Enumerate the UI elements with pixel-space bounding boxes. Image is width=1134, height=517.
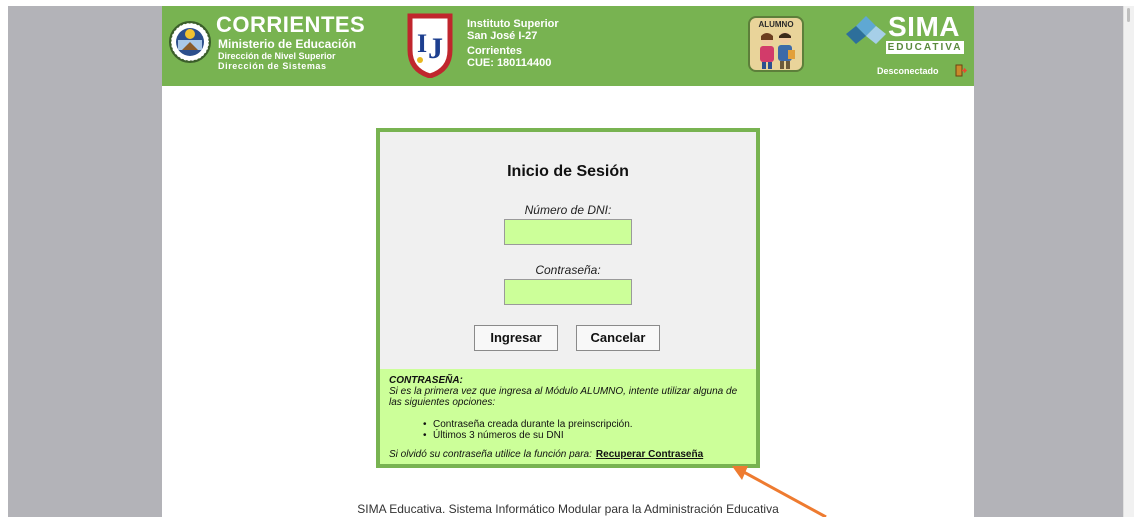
password-input[interactable]	[504, 279, 632, 305]
login-panel: Inicio de Sesión Número de DNI: Contrase…	[376, 128, 760, 468]
background-right	[974, 6, 1123, 517]
ministry-name: Ministerio de Educación	[218, 37, 357, 51]
login-title: Inicio de Sesión	[507, 163, 629, 180]
password-label: Contraseña:	[535, 263, 601, 277]
dni-input[interactable]	[504, 219, 632, 245]
ministry-title: CORRIENTES	[216, 12, 366, 37]
exit-door-icon[interactable]	[955, 64, 967, 77]
password-help-panel: CONTRASEÑA: Si es la primera vez que ing…	[380, 369, 756, 464]
cancel-button[interactable]: Cancelar	[576, 325, 660, 351]
background-left	[8, 6, 162, 517]
institute-info: Instituto Superior San José I-27 Corrien…	[467, 18, 559, 69]
help-options: Contraseña creada durante la preinscripc…	[423, 419, 633, 441]
svg-text:J: J	[428, 32, 443, 65]
brand-tagline: EDUCATIVA	[886, 41, 964, 54]
help-text: Si es la primera vez que ingresa al Módu…	[389, 386, 738, 408]
scrollbar-thumb[interactable]	[1127, 8, 1130, 22]
help-title: CONTRASEÑA:	[389, 375, 463, 386]
header-banner: CORRIENTES Ministerio de Educación Direc…	[162, 6, 974, 86]
dni-label: Número de DNI:	[524, 203, 612, 217]
page-container: CORRIENTES Ministerio de Educación Direc…	[162, 6, 974, 517]
institute-city: Corrientes	[467, 45, 523, 57]
recover-password-link[interactable]: Recuperar Contraseña	[596, 449, 703, 460]
institute-cue: CUE: 180114400	[467, 57, 552, 69]
brand-name: SIMA	[888, 11, 960, 42]
scrollbar[interactable]	[1123, 6, 1134, 517]
institute-name-2: San José I-27	[467, 30, 538, 42]
login-button[interactable]: Ingresar	[474, 325, 558, 351]
help-option: Últimos 3 números de su DNI	[423, 430, 633, 441]
ij-shield-icon: I J	[407, 13, 453, 78]
help-footer-text: Si olvidó su contraseña utilice la funci…	[389, 449, 592, 460]
help-option: Contraseña creada durante la preinscripc…	[423, 419, 633, 430]
institute-name-1: Instituto Superior	[467, 18, 559, 30]
module-badge: ALUMNO	[748, 16, 804, 72]
ministry-division: Dirección de Nivel Superior	[218, 51, 336, 61]
svg-text:I: I	[417, 29, 427, 58]
seal-icon	[169, 21, 211, 63]
annotation-arrow-icon	[732, 466, 827, 517]
ministry-systems: Dirección de Sistemas	[218, 61, 327, 71]
module-badge-label: ALUMNO	[758, 20, 794, 29]
students-icon	[760, 32, 795, 69]
diamond-icon	[846, 16, 886, 44]
status-text: Desconectado	[877, 66, 939, 76]
help-footer: Si olvidó su contraseña utilice la funci…	[389, 449, 703, 460]
page-footer: SIMA Educativa. Sistema Informático Modu…	[357, 502, 779, 516]
